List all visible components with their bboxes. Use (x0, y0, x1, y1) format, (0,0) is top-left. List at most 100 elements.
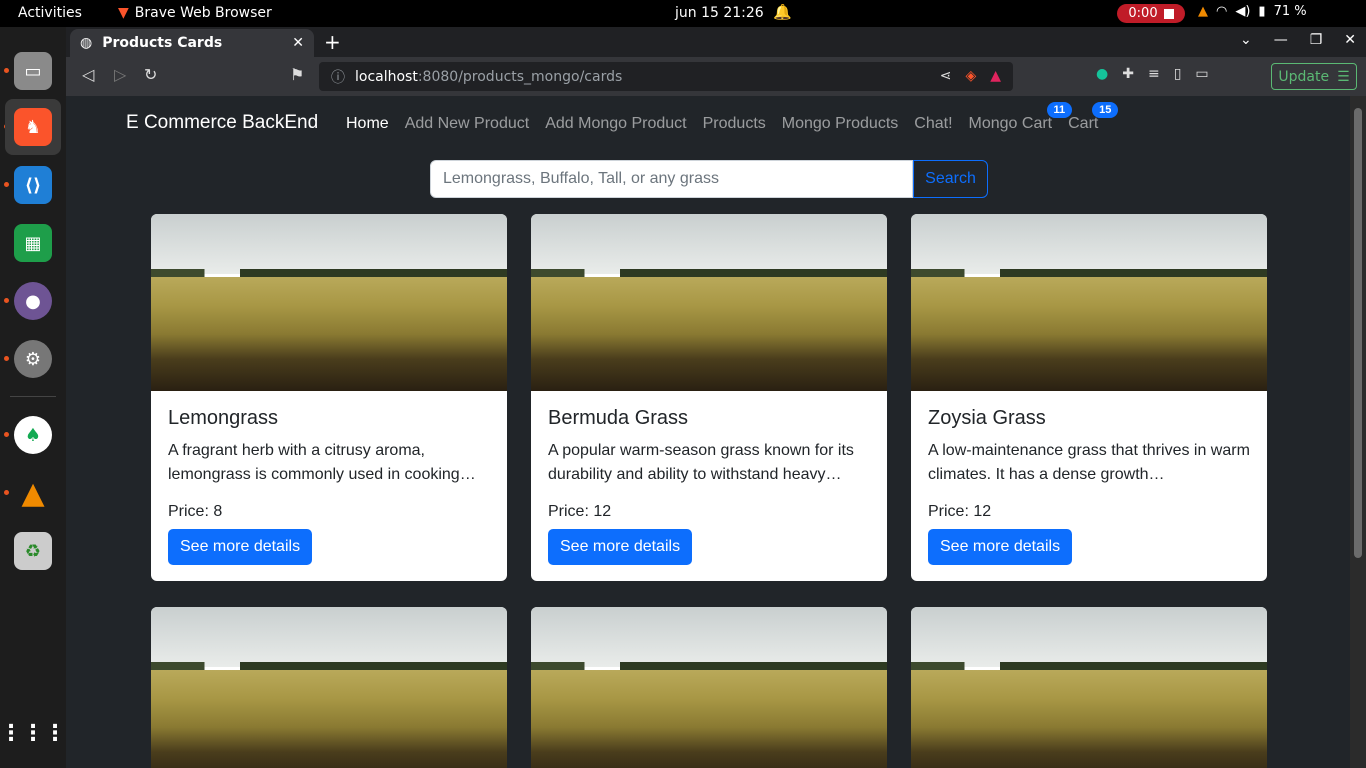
product-card: Zoysia Grass A low-maintenance grass tha… (911, 214, 1267, 581)
search-input[interactable]: Lemongrass, Buffalo, Tall, or any grass (430, 160, 913, 198)
site-info-icon[interactable]: ⓘ (331, 67, 345, 87)
mongodb-leaf-icon: ♠ (14, 416, 52, 454)
browser-toolbar: ◁ ▷ ↻ ⚑ ⓘ localhost:8080/products_mongo/… (66, 57, 1366, 96)
media-icon[interactable]: ≡ (1148, 66, 1160, 82)
search-button[interactable]: Search (913, 160, 988, 198)
see-more-details-button[interactable]: See more details (548, 529, 693, 565)
sidebar-icon[interactable]: ▯ (1174, 66, 1182, 82)
nav-cart-label: Cart (1068, 115, 1099, 132)
brave-rewards-icon[interactable]: ▲ (990, 68, 1001, 84)
minimize-button[interactable]: — (1274, 32, 1288, 48)
product-card (531, 607, 887, 768)
product-card (151, 607, 507, 768)
folder-icon: ▭ (14, 52, 52, 90)
product-price: Price: 8 (168, 503, 223, 520)
system-tray[interactable]: ▲ ◠ ◀) ▮ 71 % (1198, 4, 1307, 19)
scrollbar-thumb[interactable] (1354, 108, 1362, 558)
screen-recording-indicator[interactable]: 0:00 (1117, 4, 1185, 23)
navbar-brand[interactable]: E Commerce BackEnd (126, 112, 318, 134)
vlc-launcher[interactable]: ▲ (5, 465, 61, 521)
activities-button[interactable]: Activities (18, 5, 82, 21)
wifi-icon: ◠ (1216, 4, 1228, 19)
close-window-button[interactable]: ✕ (1344, 32, 1356, 48)
brave-shields-icon[interactable]: ◈ (965, 68, 976, 84)
nav-add-new-product[interactable]: Add New Product (405, 115, 530, 133)
dock: ▭ ♞ ⟨⟩ ▦ ● ⚙ ♠ ▲ ♻ ⋮⋮⋮ (0, 27, 66, 768)
show-apps-button[interactable]: ⋮⋮⋮ (0, 705, 66, 761)
product-card: Lemongrass A fragrant herb with a citrus… (151, 214, 507, 581)
back-button[interactable]: ◁ (82, 65, 94, 84)
page-scrollbar[interactable] (1350, 96, 1366, 768)
vlc-cone-icon: ▲ (21, 475, 45, 511)
product-image (151, 607, 507, 768)
files-launcher[interactable]: ▭ (5, 43, 61, 99)
mongodb-launcher[interactable]: ♠ (5, 407, 61, 463)
product-price: Price: 12 (928, 503, 992, 520)
nav-chat[interactable]: Chat! (914, 115, 952, 133)
cart-badge: 15 (1092, 102, 1119, 118)
product-card (911, 607, 1267, 768)
clock[interactable]: jun 15 21:26 (675, 5, 764, 21)
notification-bell-icon: 🔔 (773, 3, 792, 21)
close-tab-icon[interactable]: ✕ (292, 35, 304, 51)
nav-mongo-cart[interactable]: Mongo Cart 11 (968, 102, 1073, 133)
vscode-icon: ⟨⟩ (14, 166, 52, 204)
app-menu[interactable]: ▼ Brave Web Browser (118, 5, 272, 21)
product-card: Bermuda Grass A popular warm-season gras… (531, 214, 887, 581)
brave-lion-icon: ♞ (14, 108, 52, 146)
extensions-icon[interactable]: ✚ (1122, 66, 1134, 82)
product-title: Zoysia Grass (928, 407, 1046, 429)
menu-icon: ☰ (1337, 68, 1350, 85)
bookmark-icon[interactable]: ⚑ (290, 65, 304, 84)
product-title: Bermuda Grass (548, 407, 689, 429)
tab-products-cards[interactable]: ◍ Products Cards ✕ (70, 29, 314, 57)
spreadsheet-icon: ▦ (14, 224, 52, 262)
trash-launcher[interactable]: ♻ (5, 523, 61, 579)
stop-icon (1163, 8, 1174, 19)
vscode-launcher[interactable]: ⟨⟩ (5, 157, 61, 213)
update-button[interactable]: Update ☰ (1271, 63, 1357, 90)
tab-strip: ◍ Products Cards ✕ + ⌄ — ❐ ✕ (66, 27, 1366, 57)
tab-search-icon[interactable]: ⌄ (1240, 32, 1252, 48)
reload-button[interactable]: ↻ (144, 65, 157, 84)
settings-launcher[interactable]: ⚙ (5, 331, 61, 387)
product-image (911, 607, 1267, 768)
battery-icon: ▮ (1258, 4, 1266, 19)
nav-cart[interactable]: Cart 15 (1068, 102, 1119, 133)
product-description: A fragrant herb with a citrusy aroma, le… (168, 442, 476, 483)
see-more-details-button[interactable]: See more details (928, 529, 1073, 565)
dock-separator (10, 396, 56, 397)
product-image (911, 214, 1267, 391)
volume-icon: ◀) (1235, 4, 1251, 19)
product-image (531, 214, 887, 391)
product-image (151, 214, 507, 391)
nav-add-mongo-product[interactable]: Add Mongo Product (545, 115, 686, 133)
wallet-icon[interactable]: ▭ (1195, 66, 1208, 82)
nav-mongo-products[interactable]: Mongo Products (782, 115, 899, 133)
new-tab-button[interactable]: + (324, 30, 341, 54)
share-icon[interactable]: ⋖ (940, 68, 952, 84)
forward-button[interactable]: ▷ (114, 65, 126, 84)
maximize-button[interactable]: ❐ (1310, 32, 1323, 48)
nav-mongo-cart-label: Mongo Cart (968, 115, 1053, 132)
see-more-details-button[interactable]: See more details (168, 529, 313, 565)
grammarly-icon[interactable]: ● (1096, 66, 1108, 82)
nav-home[interactable]: Home (346, 115, 389, 133)
brave-launcher[interactable]: ♞ (5, 99, 61, 155)
calc-launcher[interactable]: ▦ (5, 215, 61, 271)
recording-time: 0:00 (1128, 6, 1158, 21)
url-path: :8080/products_mongo/cards (417, 68, 623, 85)
app-grid-icon: ⋮⋮⋮ (0, 720, 66, 746)
product-title: Lemongrass (168, 407, 279, 429)
github-launcher[interactable]: ● (5, 273, 61, 329)
github-icon: ● (14, 282, 52, 320)
product-price: Price: 12 (548, 503, 612, 520)
window-controls: ⌄ — ❐ ✕ (1240, 32, 1356, 48)
extensions-area: ● ✚ ≡ ▯ ▭ (1096, 66, 1209, 82)
settings-icon: ⚙ (14, 340, 52, 378)
system-top-bar: Activities ▼ Brave Web Browser jun 15 21… (0, 0, 1366, 27)
navbar-links: Home Add New Product Add Mongo Product P… (346, 102, 1119, 133)
address-bar[interactable]: ⓘ localhost:8080/products_mongo/cards ⋖ … (319, 62, 1013, 91)
trash-icon: ♻ (14, 532, 52, 570)
nav-products[interactable]: Products (703, 115, 766, 133)
